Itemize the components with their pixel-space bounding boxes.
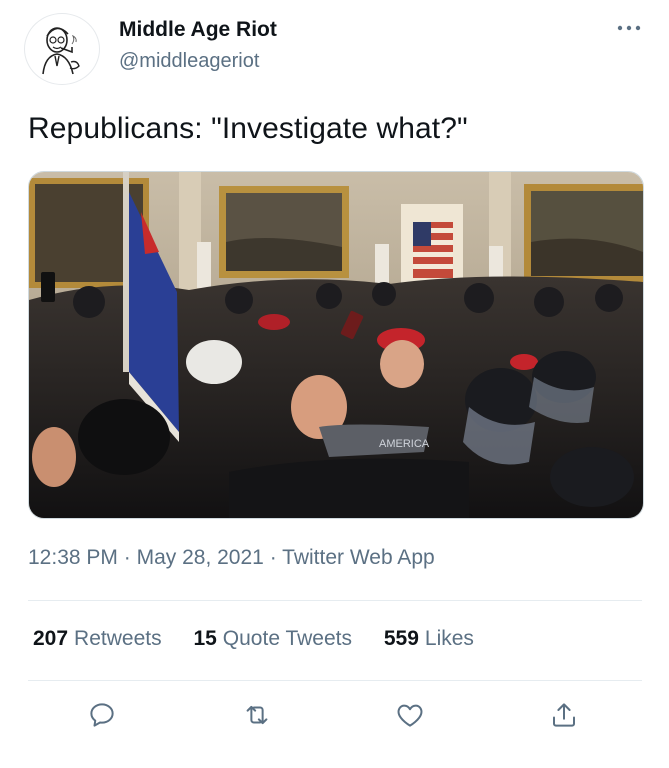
tweet-photo[interactable]: AMERICA <box>28 171 644 519</box>
reply-icon <box>90 703 114 727</box>
reply-button[interactable] <box>87 700 121 734</box>
tweet-time[interactable]: 12:38 PM <box>28 546 118 569</box>
action-bar <box>0 700 669 734</box>
meta-separator: · <box>269 546 277 569</box>
divider <box>28 600 642 601</box>
quote-tweets-label: Quote Tweets <box>222 627 352 650</box>
retweets-label: Retweets <box>74 627 162 650</box>
source-link[interactable]: Twitter Web App <box>282 546 435 569</box>
tweet-detail: Middle Age Riot @middleageriot Republica… <box>0 0 669 768</box>
likes-label: Likes <box>424 627 474 650</box>
tweet-text: Republicans: "Investigate what?" <box>28 112 468 145</box>
retweet-icon <box>246 705 268 725</box>
quote-tweets-count: 15 <box>193 627 217 650</box>
engagement-stats: 207 Retweets 15 Quote Tweets 559 Likes <box>33 627 500 651</box>
cartoon-man-pipe-avatar-icon <box>28 15 96 83</box>
retweet-button[interactable] <box>242 700 276 734</box>
heart-icon <box>397 704 423 727</box>
avatar[interactable] <box>24 13 100 85</box>
tweet-timestamp: 12:38 PM · May 28, 2021 · Twitter Web Ap… <box>28 546 435 570</box>
retweets-stat[interactable]: 207 Retweets <box>33 627 162 651</box>
divider <box>28 680 642 681</box>
share-icon <box>553 703 575 727</box>
likes-stat[interactable]: 559 Likes <box>384 627 474 651</box>
quote-tweets-stat[interactable]: 15 Quote Tweets <box>193 627 352 651</box>
retweets-count: 207 <box>33 627 69 650</box>
user-handle[interactable]: @middleageriot <box>119 50 259 73</box>
meta-separator: · <box>123 546 131 569</box>
share-button[interactable] <box>549 700 583 734</box>
display-name[interactable]: Middle Age Riot <box>119 18 277 42</box>
likes-count: 559 <box>383 627 419 650</box>
jacket-lettering: AMERICA <box>379 438 430 450</box>
like-button[interactable] <box>395 700 429 734</box>
tweet-date[interactable]: May 28, 2021 <box>137 546 264 569</box>
more-options-button[interactable] <box>612 16 648 40</box>
photo-image: AMERICA <box>29 172 643 518</box>
more-dots-icon <box>617 25 641 31</box>
